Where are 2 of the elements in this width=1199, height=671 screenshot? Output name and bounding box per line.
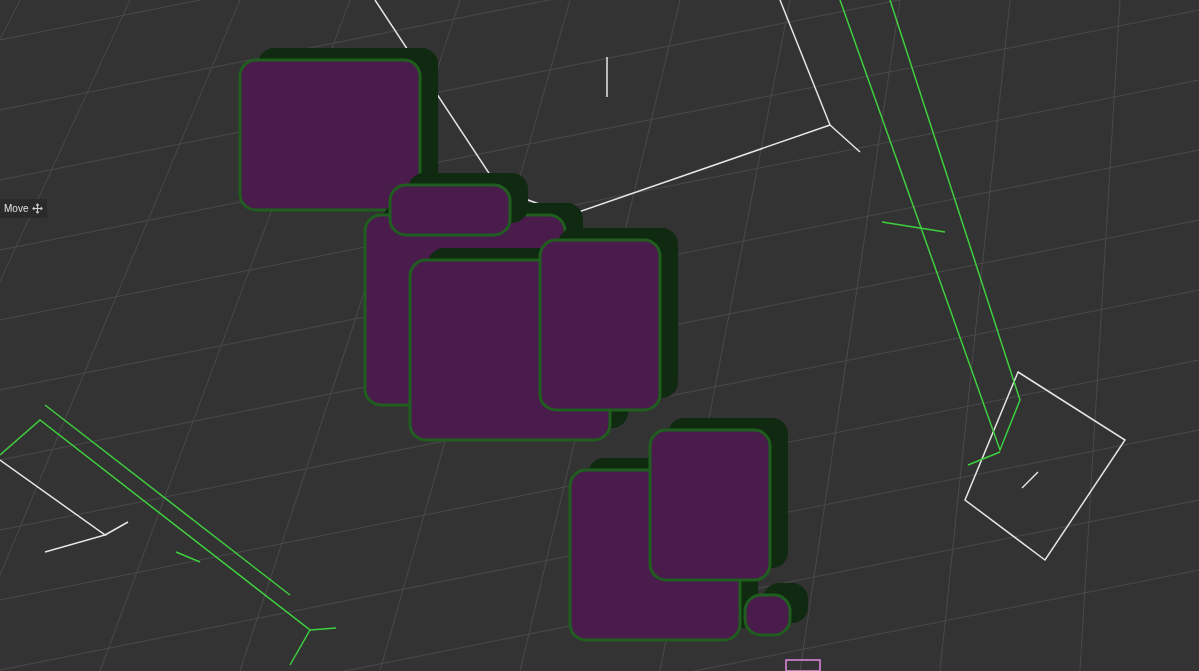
move-tool-label: Move [4, 202, 29, 216]
move-icon [32, 203, 44, 214]
